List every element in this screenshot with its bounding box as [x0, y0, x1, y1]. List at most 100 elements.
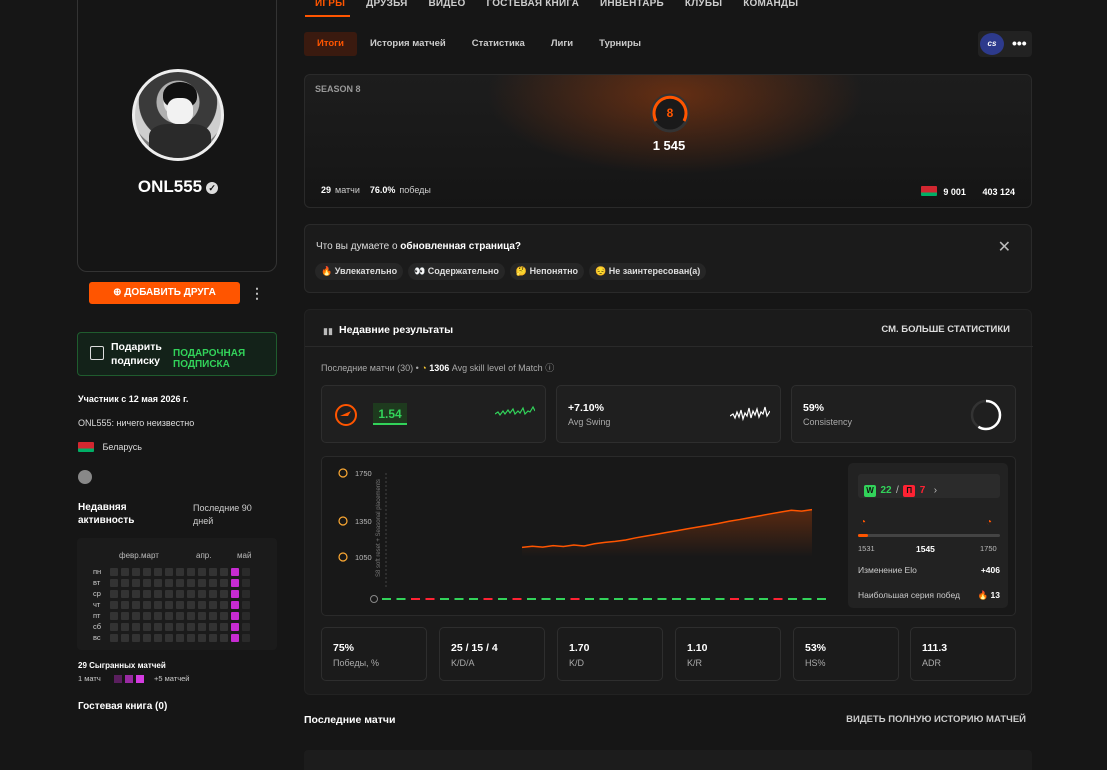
heatmap-cell	[231, 568, 239, 576]
level-icon	[338, 552, 348, 562]
tab-tournaments[interactable]: Турниры	[586, 32, 654, 56]
stat-card: 75% Победы, %	[321, 627, 427, 681]
nav-games[interactable]: ИГРЫ	[315, 0, 345, 9]
swing-sparkline	[730, 406, 770, 422]
heatmap-cell	[187, 568, 195, 576]
elo-change-label: Изменение Elo	[858, 565, 917, 575]
legend-swatch	[136, 675, 144, 683]
day-label: ср	[93, 589, 101, 598]
streak-label: Наибольшая серия побед	[858, 590, 960, 600]
steam-icon[interactable]	[78, 470, 92, 484]
win-loss-button[interactable]: W 22 / П 7 ›	[858, 474, 1000, 498]
level-min-icon: ◔	[860, 517, 867, 528]
heatmap-cell	[220, 568, 228, 576]
avatar[interactable]	[132, 69, 224, 161]
season-card: SEASON 8 8 1 545 29 матчи 76.0% победы 9 00…	[304, 74, 1032, 208]
consistency-value: 59%	[803, 402, 825, 414]
nav-teams[interactable]: КОМАНДЫ	[743, 0, 798, 9]
y-tick-label: 1750	[355, 469, 372, 478]
consistency-card: 59% Consistency	[791, 385, 1016, 443]
heatmap-cell	[176, 623, 184, 631]
close-icon[interactable]: ✕	[998, 237, 1011, 257]
heatmap-cell	[154, 568, 162, 576]
heatmap-cell	[132, 601, 140, 609]
more-options-icon[interactable]: ⋮	[250, 283, 264, 303]
month-label: март	[141, 551, 159, 560]
stat-card: 1.10 K/R	[675, 627, 781, 681]
heatmap-cell	[132, 568, 140, 576]
heatmap-cell	[198, 623, 206, 631]
gift-icon	[90, 346, 104, 360]
heatmap-cell	[231, 634, 239, 642]
see-more-stats-link[interactable]: СМ. БОЛЬШЕ СТАТИСТИКИ	[881, 324, 1010, 335]
nickname-row: ONL555 ✓	[78, 177, 278, 197]
feedback-option[interactable]: 👀 Содержательно	[408, 263, 505, 280]
nav-inventory[interactable]: ИНВЕНТАРЬ	[600, 0, 664, 9]
swing-label: Avg Swing	[568, 417, 611, 427]
profile-card: ONL555 ✓	[77, 0, 277, 272]
elo-current: 1545	[916, 544, 935, 554]
heatmap-cell	[242, 634, 250, 642]
season-footer: 29 матчи 76.0% победы	[321, 185, 431, 195]
rating-card: 1.54	[321, 385, 546, 443]
add-friend-button[interactable]: ⊕ ДОБАВИТЬ ДРУГА	[89, 282, 240, 304]
level-icon	[338, 468, 348, 478]
info-icon	[370, 595, 378, 603]
heatmap-cell	[187, 612, 195, 620]
heatmap-cell	[121, 612, 129, 620]
tab-match-history[interactable]: История матчей	[357, 32, 459, 56]
gift-subscription-button[interactable]: Подарить подписку ПОДАРОЧНАЯ ПОДПИСКА	[77, 332, 277, 376]
rating-icon	[335, 404, 357, 426]
nav-guestbook[interactable]: ГОСТЕВАЯ КНИГА	[486, 0, 579, 9]
feedback-option[interactable]: 🔥 Увлекательно	[315, 263, 404, 280]
legend-swatch	[125, 675, 133, 683]
legend-max: +5 матчей	[154, 674, 190, 683]
full-history-link[interactable]: ВИДЕТЬ ПОЛНУЮ ИСТОРИЮ МАТЧЕЙ	[846, 714, 1026, 725]
heatmap-cell	[209, 579, 217, 587]
flag-by-icon	[78, 442, 94, 452]
heatmap-cell	[121, 601, 129, 609]
more-icon[interactable]: •••	[1012, 35, 1027, 51]
heatmap-cell	[187, 579, 195, 587]
heatmap-cell	[143, 623, 151, 631]
profile-sidebar: ONL555 ✓ ⊕ ДОБАВИТЬ ДРУГА ⋮ Подарить подп…	[0, 0, 290, 758]
tab-summary[interactable]: Итоги	[304, 32, 357, 56]
nav-video[interactable]: ВИДЕО	[428, 0, 465, 9]
heatmap-cell	[209, 623, 217, 631]
heatmap-cell	[165, 623, 173, 631]
elo-min: 1531	[858, 544, 875, 553]
recent-subtitle: Последние матчи (30) • ◔ 1306 Avg skill …	[321, 363, 555, 373]
level-max-icon: ◔	[986, 517, 993, 528]
stat-card: 111.3 ADR	[910, 627, 1016, 681]
heatmap-cell	[143, 579, 151, 587]
heatmap-cell	[242, 590, 250, 598]
feedback-option[interactable]: 😔 Не заинтересован(а)	[589, 263, 707, 280]
tab-leagues[interactable]: Лиги	[538, 32, 586, 56]
bio: ONL555: ничего неизвестно	[78, 418, 195, 428]
info-icon: ⓘ	[545, 363, 555, 373]
cs-logo-icon: cs	[980, 33, 1004, 55]
guestbook-title[interactable]: Гостевая книга (0)	[78, 701, 167, 712]
heatmap-cell	[187, 623, 195, 631]
tab-statistics[interactable]: Статистика	[459, 32, 538, 56]
heatmap-cell	[165, 590, 173, 598]
heatmap-cell	[220, 601, 228, 609]
heatmap-cell	[176, 590, 184, 598]
heatmap-cell	[176, 634, 184, 642]
heatmap-cell	[154, 590, 162, 598]
nav-friends[interactable]: ДРУЗЬЯ	[366, 0, 407, 9]
feedback-option[interactable]: 🤔 Непонятно	[509, 263, 585, 280]
heatmap-cell	[198, 634, 206, 642]
heatmap-cell	[154, 601, 162, 609]
losses-count: 7	[919, 485, 926, 496]
stat-card: 1.70 K/D	[557, 627, 663, 681]
nav-clubs[interactable]: КЛУБЫ	[685, 0, 722, 9]
flag-by-icon	[920, 186, 937, 196]
heatmap-cell	[154, 623, 162, 631]
consistency-gauge	[970, 399, 1002, 431]
day-label: пн	[93, 567, 102, 576]
heatmap-cell	[242, 623, 250, 631]
heatmap-cell	[231, 590, 239, 598]
heatmap-cell	[231, 579, 239, 587]
game-selector[interactable]: cs •••	[978, 31, 1032, 57]
